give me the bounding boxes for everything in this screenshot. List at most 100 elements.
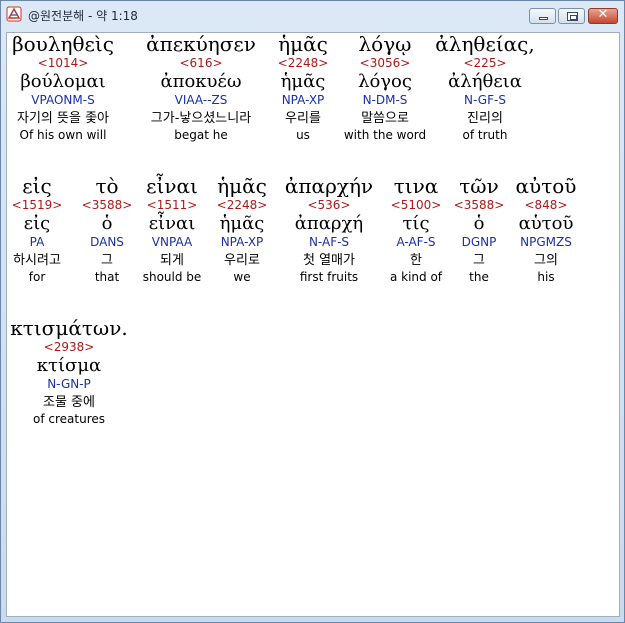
strong-number[interactable]: <1511> xyxy=(143,198,202,213)
word-column[interactable]: ἀπαρχήν <536> ἀπαρχή N-AF-S 첫 열매가 first fruit… xyxy=(285,175,373,285)
strong-number[interactable]: <2248> xyxy=(278,56,329,71)
greek-word: βουληθεὶς xyxy=(12,32,114,56)
parsing-code: N-AF-S xyxy=(308,235,350,249)
greek-word: τὸ xyxy=(95,174,119,198)
parsing-code: N-GF-S xyxy=(464,93,506,107)
strong-number[interactable]: <3588> xyxy=(82,198,133,213)
word-column[interactable]: ἡμᾶς <2248> ἡμᾶς NPA-XP 우리로 we xyxy=(217,175,268,285)
parsing-code: A-AF-S xyxy=(396,235,436,249)
word-column[interactable]: ἀπεκύησεν <616> ἀποκυέω VIAA--ZS 그가-낳으셨느니라 be… xyxy=(146,33,256,143)
lemma: εἰς xyxy=(23,213,51,234)
window-bottom-border xyxy=(1,617,624,623)
strong-number[interactable]: <1014> xyxy=(12,56,114,71)
strong-number[interactable]: <536> xyxy=(285,198,373,213)
strong-number[interactable]: <616> xyxy=(146,56,256,71)
strong-number[interactable]: <5100> xyxy=(390,198,442,213)
word-column[interactable]: εἶναι <1511> εἶναι VNPAA 되게 should be xyxy=(143,175,202,285)
greek-word: τῶν xyxy=(459,174,499,198)
lemma: ἀλήθεια xyxy=(448,71,522,92)
strong-number[interactable]: <3588> xyxy=(454,198,505,213)
word-column[interactable]: κτισμάτων. <2938> κτίσμα N-GN-P 조물 중에 of crea… xyxy=(10,317,127,427)
greek-word: τινα xyxy=(393,174,439,198)
parsing-code: DGNP xyxy=(461,235,497,249)
greek-word: εἶναι xyxy=(146,174,198,198)
english-gloss: of truth xyxy=(462,128,508,142)
app-icon xyxy=(6,6,22,22)
parsing-code: N-GN-P xyxy=(47,377,91,391)
word-column[interactable]: βουληθεὶς <1014> βούλομαι VPAONM-S 자기의 뜻을 좇아… xyxy=(12,33,114,143)
lemma: ἡμᾶς xyxy=(280,71,326,92)
parsing-code: DANS xyxy=(90,235,124,249)
word-column[interactable]: εἰς <1519> εἰς PA 하시려고 for xyxy=(12,175,63,285)
lemma: αὑτοῦ xyxy=(518,213,574,234)
strong-number[interactable]: <225> xyxy=(435,56,534,71)
word-column[interactable]: τὸ <3588> ὁ DANS 그 that xyxy=(82,175,133,285)
minimize-icon xyxy=(539,17,548,20)
english-gloss: should be xyxy=(142,270,202,284)
korean-gloss: 그 xyxy=(473,253,485,268)
english-gloss: for xyxy=(28,270,46,284)
greek-word: αὐτοῦ xyxy=(515,174,577,198)
parsing-code: VIAA--ZS xyxy=(174,93,228,107)
lemma: ὁ xyxy=(101,213,113,234)
korean-gloss: 우리로 xyxy=(224,253,260,268)
lemma: βούλομαι xyxy=(20,71,106,92)
greek-word: εἰς xyxy=(22,174,52,198)
english-gloss: Of his own will xyxy=(19,128,107,142)
lemma: ἀποκυέω xyxy=(160,71,242,92)
title-bar[interactable]: @원전분해 - 약 1:18 ✕ xyxy=(1,1,624,31)
lemma: ἀπαρχή xyxy=(294,213,364,234)
parsing-code: PA xyxy=(29,235,45,249)
parsing-code: N-DM-S xyxy=(362,93,408,107)
strong-number[interactable]: <2938> xyxy=(10,340,127,355)
window-title: @원전분해 - 약 1:18 xyxy=(28,9,138,23)
word-column[interactable]: αὐτοῦ <848> αὑτοῦ NPGMZS 그의 his xyxy=(516,175,577,285)
english-gloss: of creatures xyxy=(32,412,105,426)
english-gloss: that xyxy=(94,270,120,284)
maximize-button[interactable] xyxy=(558,8,585,24)
english-gloss: a kind of xyxy=(389,270,443,284)
greek-word: ἀπαρχήν xyxy=(284,174,374,198)
greek-word: ἀληθείας, xyxy=(435,32,535,56)
strong-number[interactable]: <3056> xyxy=(344,56,426,71)
korean-gloss: 첫 열매가 xyxy=(303,253,355,268)
english-gloss: begat he xyxy=(174,128,228,142)
parsing-code: NPA-XP xyxy=(220,235,264,249)
korean-gloss: 자기의 뜻을 좇아 xyxy=(17,111,109,126)
korean-gloss: 조물 중에 xyxy=(43,395,95,410)
word-column[interactable]: ἀληθείας, <225> ἀλήθεια N-GF-S 진리의 of truth xyxy=(435,33,534,143)
greek-word: λόγῳ xyxy=(358,32,412,56)
korean-gloss: 진리의 xyxy=(467,111,503,126)
english-gloss: us xyxy=(296,128,310,142)
greek-word: ἡμᾶς xyxy=(278,32,328,56)
minimize-button[interactable] xyxy=(529,8,556,24)
english-gloss: his xyxy=(537,270,555,284)
korean-gloss: 말씀으로 xyxy=(361,111,409,126)
strong-number[interactable]: <2248> xyxy=(217,198,268,213)
lemma: λόγος xyxy=(358,71,412,92)
maximize-icon xyxy=(567,12,578,21)
word-column[interactable]: τῶν <3588> ὁ DGNP 그 the xyxy=(454,175,505,285)
parsing-code: NPGMZS xyxy=(520,235,572,249)
english-gloss: with the word xyxy=(343,128,427,142)
english-gloss: we xyxy=(233,270,251,284)
korean-gloss: 그가-낳으셨느니라 xyxy=(150,111,252,126)
word-column[interactable]: τινα <5100> τίς A-AF-S 한 a kind of xyxy=(390,175,442,285)
word-column[interactable]: λόγῳ <3056> λόγος N-DM-S 말씀으로 with the word xyxy=(344,33,426,143)
close-button[interactable]: ✕ xyxy=(588,7,618,24)
parsing-code: VNPAA xyxy=(151,235,193,249)
lemma: εἶναι xyxy=(148,213,196,234)
korean-gloss: 그 xyxy=(101,253,113,268)
strong-number[interactable]: <1519> xyxy=(12,198,63,213)
lemma: ὁ xyxy=(473,213,485,234)
greek-word: ἀπεκύησεν xyxy=(146,32,256,56)
parsing-code: NPA-XP xyxy=(281,93,325,107)
korean-gloss: 한 xyxy=(410,253,422,268)
english-gloss: first fruits xyxy=(299,270,359,284)
word-column[interactable]: ἡμᾶς <2248> ἡμᾶς NPA-XP 우리를 us xyxy=(278,33,329,143)
parsing-code: VPAONM-S xyxy=(31,93,95,107)
korean-gloss: 그의 xyxy=(534,253,558,268)
lemma: τίς xyxy=(402,213,430,234)
greek-word: ἡμᾶς xyxy=(217,174,267,198)
strong-number[interactable]: <848> xyxy=(516,198,577,213)
